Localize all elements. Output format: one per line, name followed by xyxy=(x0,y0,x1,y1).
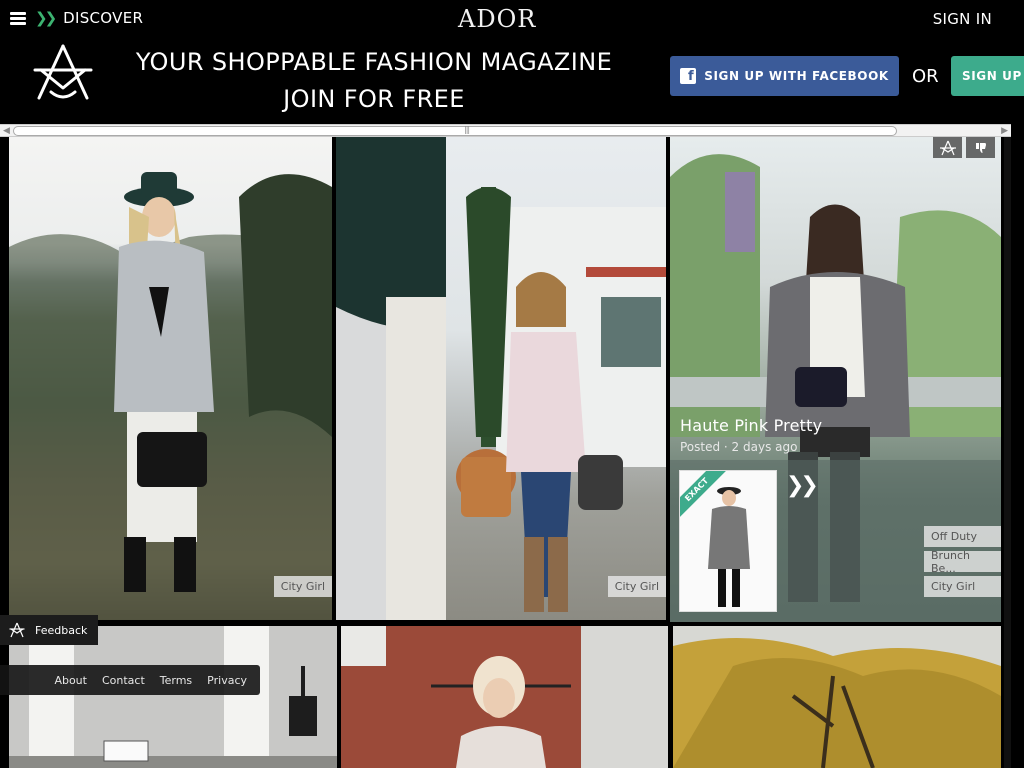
post-title[interactable]: Haute Pink Pretty xyxy=(680,416,822,435)
thumbs-down-icon xyxy=(975,142,986,153)
tag-chip[interactable]: Off Duty xyxy=(924,526,1001,547)
ador-logo-icon xyxy=(939,140,956,155)
footer-links: About Contact Terms Privacy xyxy=(0,665,260,695)
hamburger-menu-icon[interactable] xyxy=(10,11,26,25)
horizontal-scrollbar[interactable]: ◀ ||| ▶ xyxy=(0,124,1011,137)
tag-chip[interactable]: Brunch Be... xyxy=(924,549,1001,575)
post-photo-image xyxy=(336,137,666,620)
post-tile[interactable] xyxy=(9,626,337,768)
thumbs-down-button[interactable] xyxy=(966,137,995,158)
brand-logo-text[interactable]: ADOR xyxy=(458,5,536,33)
discover-label[interactable]: DISCOVER xyxy=(63,9,143,27)
footer-link-privacy[interactable]: Privacy xyxy=(207,674,247,687)
tagline-line-2: JOIN FOR FREE xyxy=(283,85,465,113)
ador-logo-icon[interactable] xyxy=(31,42,95,102)
post-photo-image xyxy=(673,626,1001,768)
post-tag-list: Off Duty Brunch Be... City Girl xyxy=(924,526,1001,597)
footer-link-about[interactable]: About xyxy=(54,674,87,687)
sign-in-link[interactable]: SIGN IN xyxy=(933,10,992,28)
post-tile[interactable]: City Girl xyxy=(9,137,332,620)
facebook-button-label: SIGN UP WITH FACEBOOK xyxy=(704,69,889,83)
tag-chip[interactable]: City Girl xyxy=(924,576,1001,597)
post-photo-image xyxy=(341,626,668,768)
ador-logo-icon xyxy=(9,622,25,638)
post-tile[interactable] xyxy=(341,626,668,768)
feedback-button[interactable]: Feedback xyxy=(0,615,98,645)
sign-up-with-facebook-button[interactable]: f SIGN UP WITH FACEBOOK xyxy=(670,56,899,96)
vertical-scrollbar-track[interactable] xyxy=(1004,137,1011,768)
sign-up-button[interactable]: SIGN UP xyxy=(951,56,1024,96)
discover-menu[interactable]: ❯❯ DISCOVER xyxy=(10,9,143,27)
scrollbar-thumb[interactable]: ||| xyxy=(13,125,897,136)
post-photo-image xyxy=(9,626,337,768)
ador-like-button[interactable] xyxy=(933,137,962,158)
footer-link-contact[interactable]: Contact xyxy=(102,674,145,687)
post-actions xyxy=(933,137,995,158)
double-chevron-right-icon[interactable]: ❯❯ xyxy=(786,473,819,498)
scroll-left-arrow-icon[interactable]: ◀ xyxy=(3,126,10,136)
post-tile-hovered[interactable]: Haute Pink Pretty Posted · 2 days ago EX… xyxy=(670,137,1001,622)
facebook-icon: f xyxy=(680,68,697,84)
tag-chip[interactable]: City Girl xyxy=(607,576,666,597)
page: ❯❯ DISCOVER ADOR SIGN IN YOUR SHOPPABLE … xyxy=(0,0,1024,768)
post-tile[interactable]: City Girl xyxy=(336,137,666,620)
tagline: YOUR SHOPPABLE FASHION MAGAZINE JOIN FOR… xyxy=(134,44,614,118)
tag-chip[interactable]: City Girl xyxy=(273,576,332,597)
footer-link-terms[interactable]: Terms xyxy=(160,674,192,687)
post-tile[interactable] xyxy=(673,626,1001,768)
product-thumbnail[interactable]: EXACT xyxy=(679,470,777,612)
tagline-line-1: YOUR SHOPPABLE FASHION MAGAZINE xyxy=(135,48,613,76)
double-chevron-right-icon: ❯❯ xyxy=(35,9,57,27)
feedback-label: Feedback xyxy=(35,623,88,637)
or-separator: OR xyxy=(912,66,939,87)
post-meta: Posted · 2 days ago xyxy=(680,440,798,454)
scroll-right-arrow-icon[interactable]: ▶ xyxy=(1001,126,1008,136)
post-photo-image xyxy=(9,172,332,620)
scrollbar-grip: ||| xyxy=(464,125,470,134)
